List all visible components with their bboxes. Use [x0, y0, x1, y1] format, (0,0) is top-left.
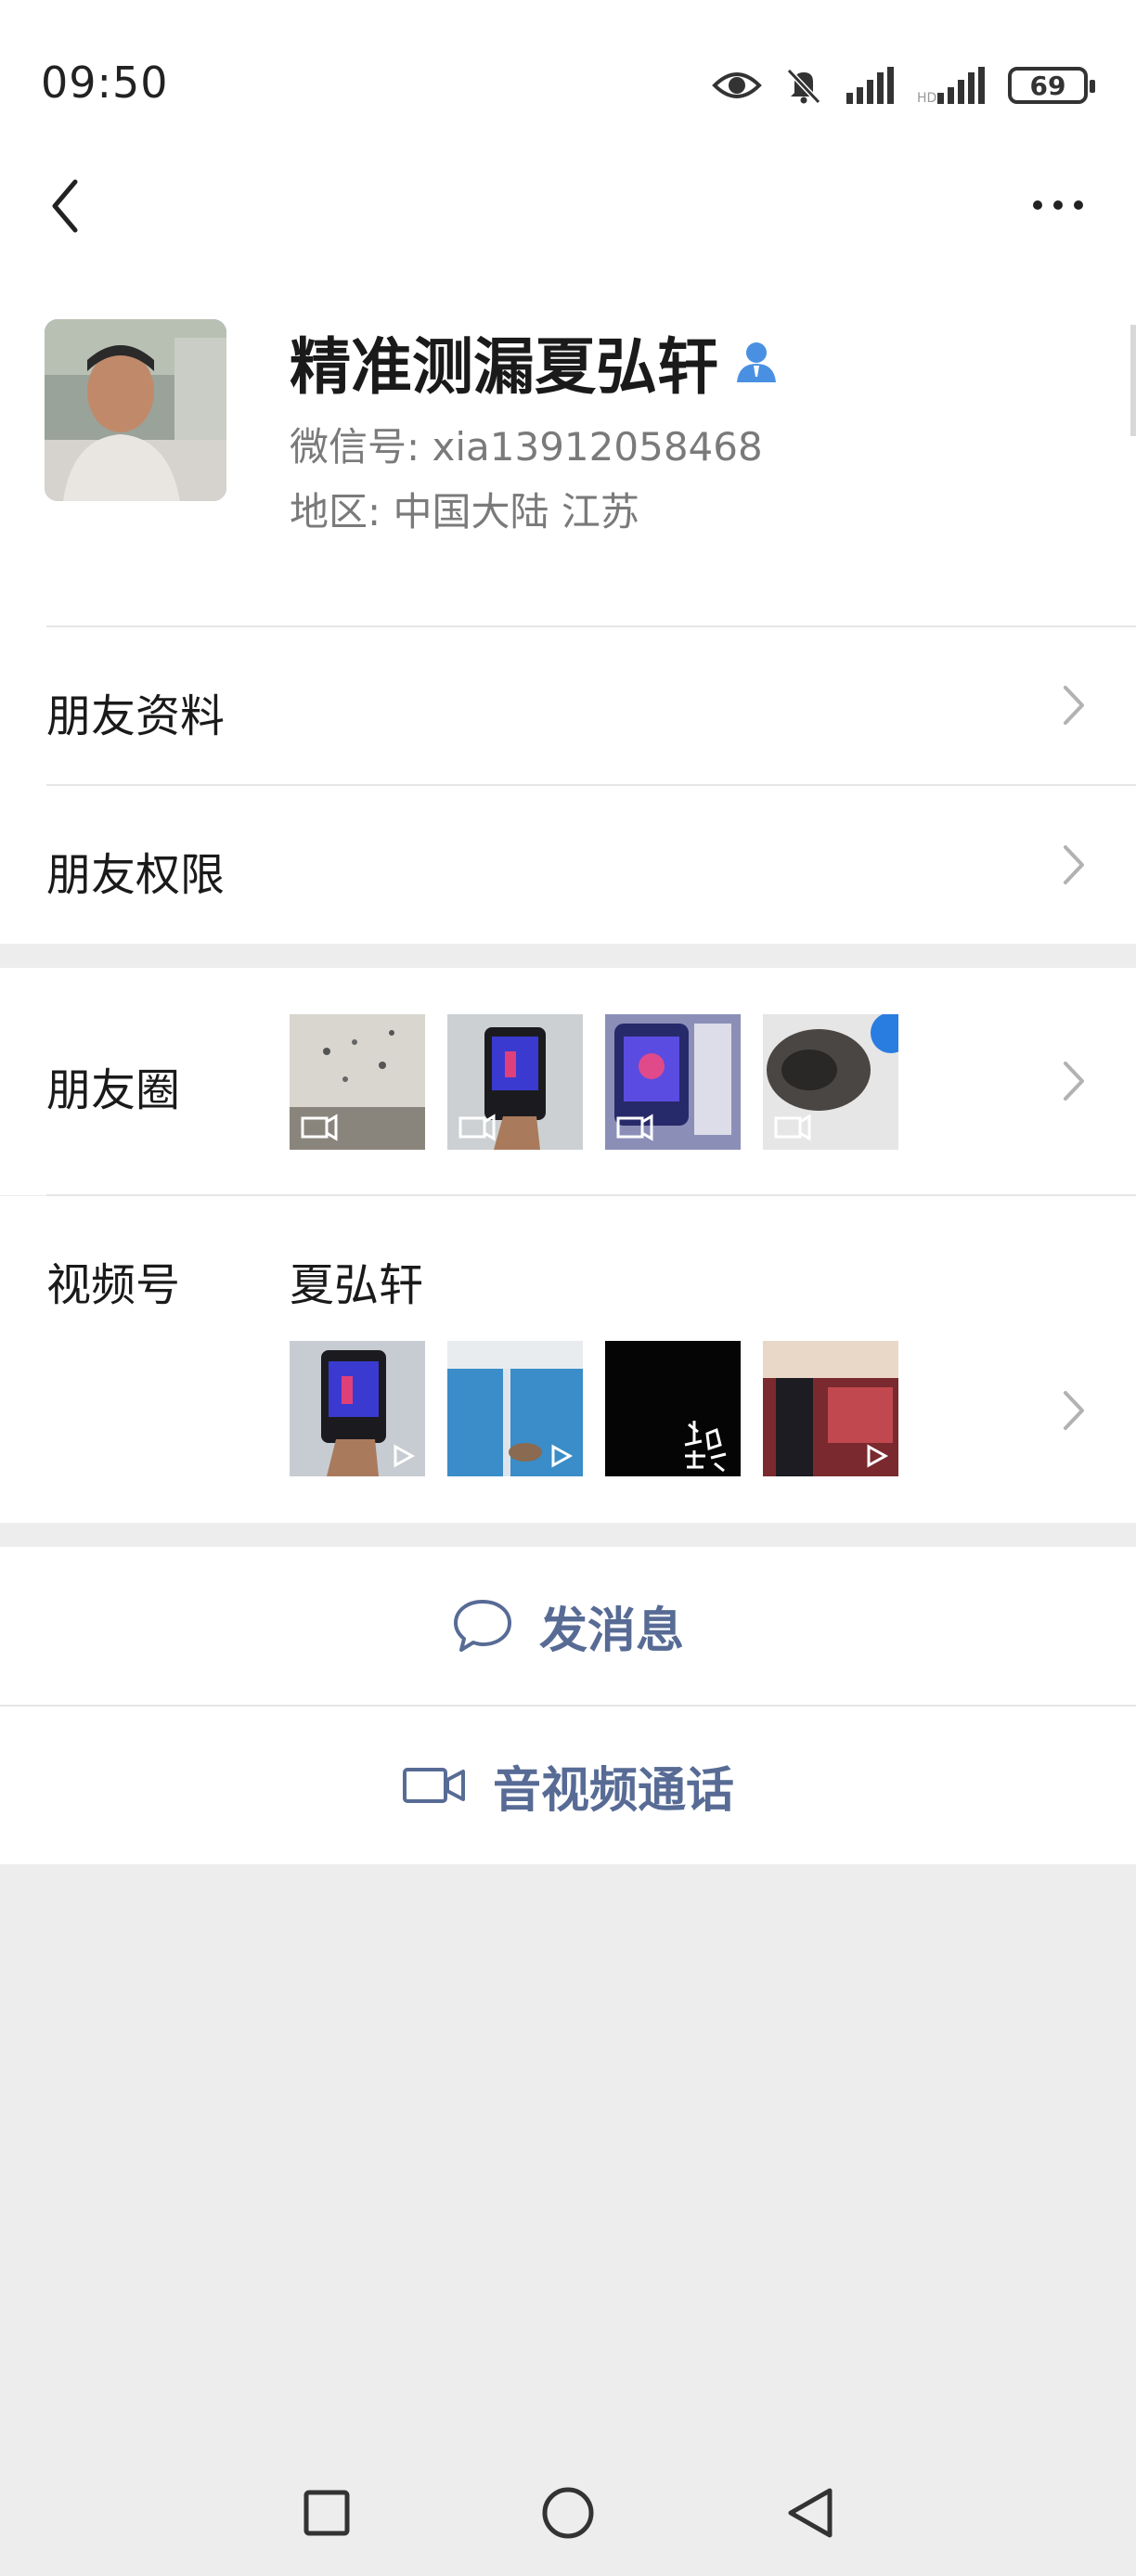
channels-thumbnail	[290, 1341, 425, 1476]
mute-bell-icon	[786, 68, 821, 105]
chevron-right-icon	[1064, 1062, 1084, 1101]
video-call-label: 音视频通话	[492, 1762, 734, 1819]
recent-apps-button[interactable]	[290, 2476, 364, 2550]
chevron-right-icon	[1064, 1391, 1084, 1430]
moments-thumbnail	[290, 1014, 425, 1150]
channels-name: 夏弘轩	[290, 1259, 424, 1311]
more-icon-dot	[1053, 200, 1063, 210]
svg-text:HD: HD	[917, 91, 936, 106]
chevron-left-icon	[52, 179, 78, 233]
moments-label: 朋友圈	[46, 1064, 181, 1116]
friend-permissions-row[interactable]: 朋友权限	[0, 786, 1136, 944]
send-message-label: 发消息	[538, 1603, 684, 1659]
system-back-button[interactable]	[772, 2476, 846, 2550]
friend-info-label: 朋友资料	[46, 690, 226, 742]
system-nav-bar	[0, 2450, 1136, 2576]
signal-icon-2: HD	[917, 67, 985, 106]
more-icon-dot	[1074, 200, 1083, 210]
moments-thumbnail	[763, 1014, 898, 1150]
moments-row[interactable]: 朋友圈	[0, 968, 1136, 1195]
chat-bubble-icon	[453, 1600, 511, 1652]
signal-icon	[846, 67, 894, 104]
channels-thumbnail	[447, 1341, 583, 1476]
section-gap	[0, 1523, 1136, 1547]
battery-level: 69	[1029, 70, 1066, 101]
profile-name-text: 精准测漏夏弘轩	[290, 331, 718, 403]
status-time: 09:50	[41, 58, 169, 108]
chevron-right-icon	[1064, 845, 1084, 884]
status-icons: HD 69	[711, 59, 1095, 111]
profile-name: 精准测漏夏弘轩	[290, 317, 778, 406]
channels-row[interactable]: 视频号 夏弘轩	[0, 1196, 1136, 1523]
triangle-back-icon	[788, 2488, 833, 2538]
chevron-right-icon	[1064, 686, 1084, 725]
status-bar: 09:50 HD 69	[0, 0, 1136, 171]
channels-thumbnail	[605, 1341, 741, 1476]
avatar[interactable]	[45, 319, 226, 501]
wechat-id: 微信号: xia13912058468	[290, 424, 763, 470]
channels-thumbnail	[763, 1341, 898, 1476]
friend-info-row[interactable]: 朋友资料	[0, 627, 1136, 783]
video-call-button[interactable]: 音视频通话	[0, 1707, 1136, 1864]
back-button[interactable]	[35, 176, 95, 236]
moments-thumbnail	[605, 1014, 741, 1150]
friend-permissions-label: 朋友权限	[46, 849, 226, 901]
person-icon	[737, 342, 776, 382]
scroll-indicator	[1130, 325, 1136, 436]
avatar-image	[45, 319, 226, 501]
region: 地区: 中国大陆 江苏	[290, 489, 639, 535]
section-gap	[0, 944, 1136, 968]
battery-icon: 69	[1008, 67, 1095, 104]
video-camera-icon	[402, 1768, 465, 1803]
more-button[interactable]	[1021, 182, 1095, 228]
square-icon	[303, 2490, 350, 2536]
circle-icon	[542, 2487, 594, 2539]
home-button[interactable]	[531, 2476, 605, 2550]
channels-label: 视频号	[46, 1259, 181, 1311]
moments-thumbnail	[447, 1014, 583, 1150]
more-icon-dot	[1033, 200, 1042, 210]
send-message-button[interactable]: 发消息	[0, 1547, 1136, 1705]
eye-icon	[712, 72, 762, 98]
